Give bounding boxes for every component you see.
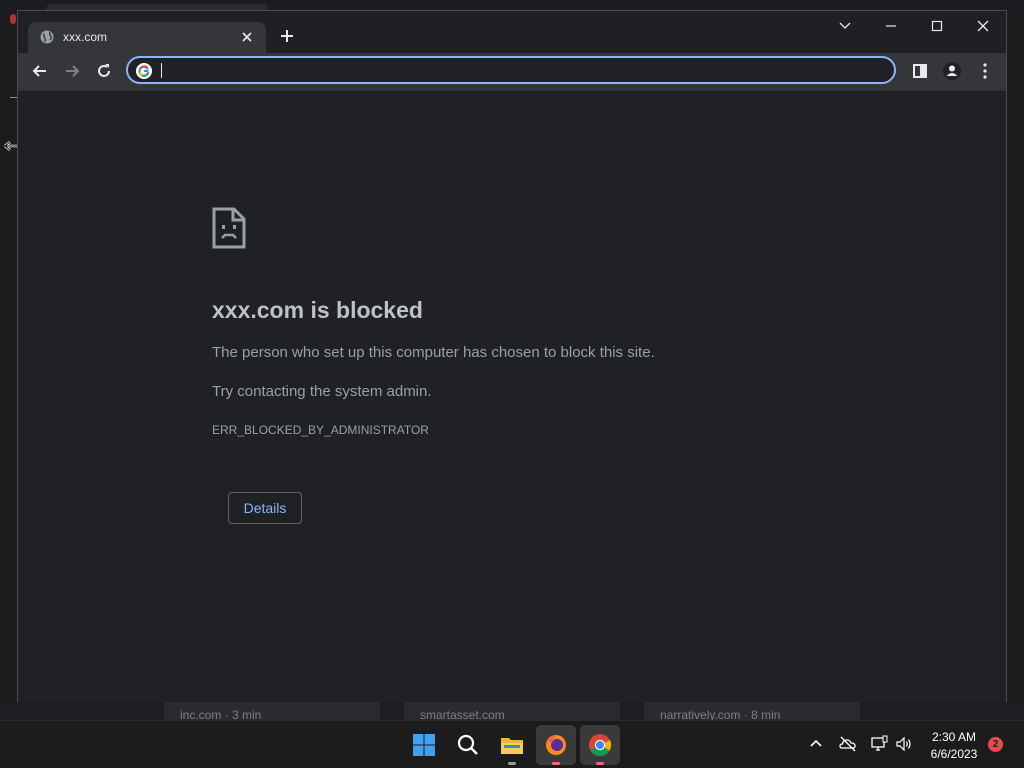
browser-toolbar xyxy=(18,53,1006,90)
background-card[interactable]: inc.com · 3 min xyxy=(164,702,380,720)
background-card[interactable]: narratively.com · 8 min xyxy=(644,702,860,720)
back-arrow-icon[interactable] xyxy=(30,61,50,81)
background-window-indicator xyxy=(10,14,16,24)
volume-icon[interactable] xyxy=(895,735,913,753)
firefox-button[interactable] xyxy=(536,725,576,765)
tab-xxx-com[interactable]: xxx.com xyxy=(28,22,266,53)
details-button[interactable]: Details xyxy=(228,492,302,524)
network-icon[interactable] xyxy=(870,735,888,753)
forward-arrow-icon[interactable] xyxy=(62,61,82,81)
error-suggestion: Try contacting the system admin. xyxy=(212,383,432,400)
running-indicator xyxy=(596,762,604,765)
close-window-icon[interactable] xyxy=(975,18,991,34)
folder-icon xyxy=(501,738,523,754)
windows-logo-icon xyxy=(413,734,435,756)
clock-date[interactable]: 6/6/2023 xyxy=(922,747,986,761)
new-tab-icon[interactable] xyxy=(279,28,295,44)
tab-title: xxx.com xyxy=(63,30,108,44)
search-icon xyxy=(457,734,478,755)
error-page: xxx.com is blocked The person who set up… xyxy=(18,91,1006,702)
notification-badge[interactable]: 2 xyxy=(988,737,1003,752)
tab-strip: xxx.com xyxy=(18,11,1006,53)
search-button[interactable] xyxy=(448,725,488,765)
file-explorer-button[interactable] xyxy=(492,725,532,765)
clock-time[interactable]: 2:30 AM xyxy=(922,730,986,744)
start-button[interactable] xyxy=(404,725,444,765)
address-input[interactable] xyxy=(162,60,866,82)
firefox-icon xyxy=(546,735,566,755)
taskbar: 2:30 AM 6/6/2023 2 xyxy=(0,720,1024,768)
chrome-icon xyxy=(589,734,612,756)
error-code: ERR_BLOCKED_BY_ADMINISTRATOR xyxy=(212,423,429,437)
google-g-icon xyxy=(136,63,152,79)
error-message: The person who set up this computer has … xyxy=(212,344,655,361)
running-indicator xyxy=(552,762,560,765)
running-indicator xyxy=(508,762,516,765)
sad-page-icon xyxy=(212,207,246,249)
tab-search-chevron-down-icon[interactable] xyxy=(837,18,853,34)
chevron-up-icon[interactable] xyxy=(807,735,825,753)
side-panel-icon[interactable] xyxy=(910,61,930,81)
globe-icon xyxy=(40,30,54,44)
close-tab-icon[interactable] xyxy=(239,29,255,45)
kebab-menu-icon[interactable] xyxy=(975,61,995,81)
background-window-divider xyxy=(10,97,17,98)
background-card[interactable]: smartasset.com xyxy=(404,702,620,720)
maximize-icon[interactable] xyxy=(929,18,945,34)
browser-window: xxx.com xxx.com is blocked The person wh… xyxy=(17,10,1007,702)
chrome-button[interactable] xyxy=(580,725,620,765)
onedrive-offline-icon[interactable] xyxy=(839,735,857,753)
error-heading: xxx.com is blocked xyxy=(212,297,423,323)
minimize-icon[interactable] xyxy=(883,18,899,34)
profile-avatar-icon[interactable] xyxy=(942,61,962,81)
background-card-strip: inc.com · 3 min smartasset.com narrative… xyxy=(0,702,1024,720)
address-bar[interactable] xyxy=(126,56,896,84)
reload-icon[interactable] xyxy=(94,61,114,81)
